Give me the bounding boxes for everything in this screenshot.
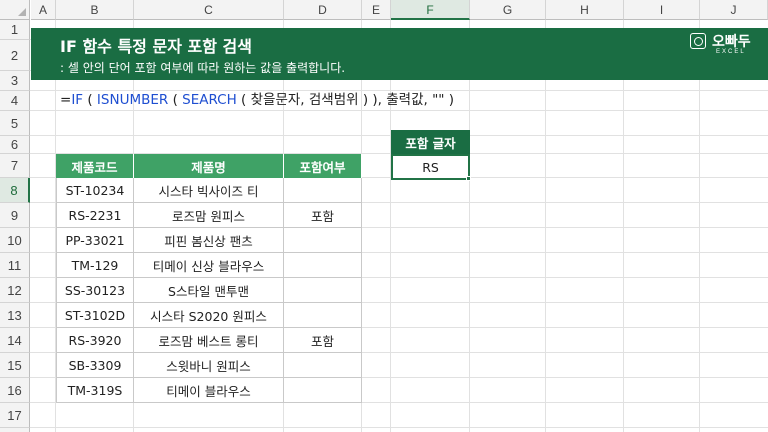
table-cell[interactable]: 로즈맘 베스트 롱티 bbox=[134, 328, 284, 353]
gridline-horizontal bbox=[30, 110, 768, 111]
gridline-vertical bbox=[699, 20, 700, 432]
gridline-vertical bbox=[390, 20, 391, 432]
fill-handle[interactable] bbox=[466, 176, 471, 181]
gridline-horizontal bbox=[30, 427, 768, 428]
column-header-a[interactable]: A bbox=[31, 0, 56, 20]
table-cell[interactable] bbox=[284, 178, 362, 203]
search-value-cell[interactable]: RS bbox=[391, 154, 470, 180]
logo-subtext: EXCEL bbox=[716, 49, 746, 55]
formula-fn-search: SEARCH bbox=[182, 92, 237, 108]
column-header-g[interactable]: G bbox=[470, 0, 546, 20]
table-cell[interactable] bbox=[284, 253, 362, 278]
table-cell[interactable] bbox=[284, 378, 362, 403]
row-header-10[interactable]: 10 bbox=[0, 228, 30, 253]
gridline-vertical bbox=[469, 20, 470, 432]
formula-text: =IF ( ISNUMBER ( SEARCH ( 찾을문자, 검색범위 ) )… bbox=[60, 88, 454, 108]
banner-subtitle: : 셀 안의 단어 포함 여부에 따라 원하는 값을 출력합니다. bbox=[60, 61, 346, 75]
row-header-7[interactable]: 7 bbox=[0, 154, 30, 178]
table-cell[interactable]: 포함 bbox=[284, 203, 362, 228]
row-header-16[interactable]: 16 bbox=[0, 378, 30, 403]
row-header-11[interactable]: 11 bbox=[0, 253, 30, 278]
table-cell[interactable]: 스윗바니 원피스 bbox=[134, 353, 284, 378]
formula-fn-isnumber: ISNUMBER bbox=[96, 92, 169, 108]
column-header-j[interactable]: J bbox=[700, 0, 768, 20]
table-cell[interactable]: TM-319S bbox=[56, 378, 134, 403]
column-header-i[interactable]: I bbox=[624, 0, 700, 20]
table-cell[interactable] bbox=[284, 278, 362, 303]
row-header-1[interactable]: 1 bbox=[0, 20, 30, 40]
brand-logo: 오빠두 EXCEL bbox=[690, 31, 760, 59]
logo-text: 오빠두 bbox=[712, 34, 751, 50]
table-cell[interactable]: TM-129 bbox=[56, 253, 134, 278]
column-header-d[interactable]: D bbox=[284, 0, 362, 20]
column-header-b[interactable]: B bbox=[56, 0, 134, 20]
table-cell[interactable]: SB-3309 bbox=[56, 353, 134, 378]
column-header-e[interactable]: E bbox=[362, 0, 391, 20]
banner-title: IF 함수 특정 문자 포함 검색 bbox=[60, 37, 252, 56]
table-cell[interactable]: 로즈맘 원피스 bbox=[134, 203, 284, 228]
row-header-2[interactable]: 2 bbox=[0, 40, 30, 71]
row-header-9[interactable]: 9 bbox=[0, 203, 30, 228]
table-cell[interactable]: 시스타 S2020 원피스 bbox=[134, 303, 284, 328]
table-cell[interactable] bbox=[284, 228, 362, 253]
table-cell[interactable]: 티메이 신상 블라우스 bbox=[134, 253, 284, 278]
formula-part-3: ( 찾을문자, 검색범위 ) ), 출력값, "" ) bbox=[236, 92, 455, 108]
formula-prefix: = bbox=[60, 92, 72, 108]
table-cell[interactable]: ST-3102D bbox=[56, 303, 134, 328]
row-header-15[interactable]: 15 bbox=[0, 353, 30, 378]
table-cell[interactable]: 피핀 봄신상 팬츠 bbox=[134, 228, 284, 253]
select-all-icon bbox=[18, 8, 26, 16]
row-header-3[interactable]: 3 bbox=[0, 71, 30, 91]
row-header-13[interactable]: 13 bbox=[0, 303, 30, 328]
select-all-corner[interactable] bbox=[0, 0, 30, 20]
camera-icon bbox=[690, 33, 706, 49]
table-header-cell: 제품코드 bbox=[56, 154, 134, 179]
formula-fn-if: IF bbox=[71, 92, 84, 108]
column-header-c[interactable]: C bbox=[134, 0, 284, 20]
table-cell[interactable]: S스타일 맨투맨 bbox=[134, 278, 284, 303]
table-header-cell: 포함여부 bbox=[284, 154, 362, 179]
formula-part-1: ( bbox=[83, 92, 97, 108]
table-cell[interactable]: ST-10234 bbox=[56, 178, 134, 203]
row-header-6[interactable]: 6 bbox=[0, 136, 30, 154]
row-header-5[interactable]: 5 bbox=[0, 111, 30, 136]
row-header-12[interactable]: 12 bbox=[0, 278, 30, 303]
table-cell[interactable]: 티메이 블라우스 bbox=[134, 378, 284, 403]
row-header-8[interactable]: 8 bbox=[0, 178, 30, 203]
table-cell[interactable]: RS-2231 bbox=[56, 203, 134, 228]
column-header-h[interactable]: H bbox=[546, 0, 624, 20]
table-cell[interactable]: 포함 bbox=[284, 328, 362, 353]
table-cell[interactable]: 시스타 빅사이즈 티 bbox=[134, 178, 284, 203]
table-cell[interactable]: PP-33021 bbox=[56, 228, 134, 253]
table-cell[interactable] bbox=[284, 353, 362, 378]
table-header-cell: 제품명 bbox=[134, 154, 284, 179]
row-header-17[interactable]: 17 bbox=[0, 403, 30, 428]
table-cell[interactable]: SS-30123 bbox=[56, 278, 134, 303]
search-header: 포함 글자 bbox=[391, 130, 470, 154]
table-cell[interactable] bbox=[284, 303, 362, 328]
formula-part-2: ( bbox=[168, 92, 183, 108]
gridline-vertical bbox=[623, 20, 624, 432]
row-header-18[interactable]: 18 bbox=[0, 428, 30, 432]
row-header-14[interactable]: 14 bbox=[0, 328, 30, 353]
row-header-4[interactable]: 4 bbox=[0, 91, 30, 111]
gridline-vertical bbox=[545, 20, 546, 432]
column-header-f[interactable]: F bbox=[391, 0, 470, 20]
table-cell[interactable]: RS-3920 bbox=[56, 328, 134, 353]
